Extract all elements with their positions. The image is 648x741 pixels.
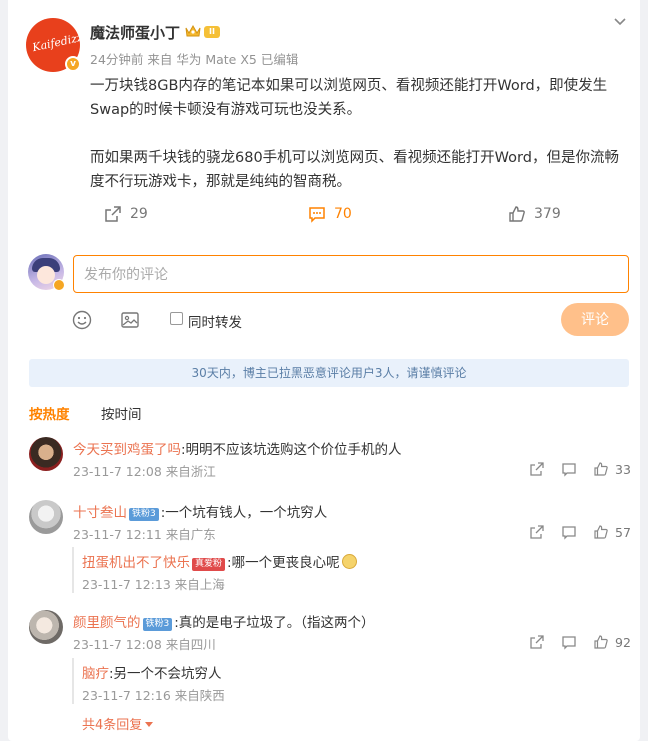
thumbs-up-icon[interactable] [593, 461, 609, 477]
more-replies-link[interactable]: 共4条回复 [82, 714, 154, 733]
fan-badge: 真爱粉 [192, 558, 226, 571]
comment-text: :一个坑有钱人，一个坑穷人 [160, 505, 328, 521]
emoji-icon[interactable] [72, 310, 92, 330]
post-meta: 24分钟前 来自 华为 Mate X5 已编辑 [90, 52, 299, 67]
comment-meta: 23-11-7 12:08 来自浙江 [73, 464, 216, 479]
post-paragraph-1: 一万块钱8GB内存的笔记本如果可以浏览网页、看视频还能打开Word，即使发生Sw… [90, 78, 608, 118]
comment-username[interactable]: 今天买到鸡蛋了吗 [73, 442, 181, 458]
repost-icon [105, 206, 121, 222]
comment-input[interactable] [73, 255, 629, 293]
avatar-signature: Kaifedizz [31, 30, 80, 55]
reply-icon[interactable] [561, 524, 577, 540]
reply-username[interactable]: 扭蛋机出不了快乐 [82, 555, 190, 571]
reply-text: :哪一个更丧良心呢 [227, 555, 340, 571]
reply-divider [72, 547, 74, 593]
reply-icon[interactable] [561, 634, 577, 650]
reply-username[interactable]: 脑疗 [82, 666, 109, 682]
comment-text: :真的是电子垃圾了。（指这两个） [174, 615, 375, 631]
comment-icon [309, 207, 325, 223]
comment-notice: 30天内，博主已拉黑恶意评论用户3人，请谨慎评论 [29, 359, 629, 387]
reply-icon[interactable] [561, 461, 577, 477]
repost-button[interactable]: 29 [104, 203, 148, 225]
comment-like-count: 92 [615, 635, 631, 650]
verified-badge-icon: v [65, 56, 81, 72]
level-badge: II [204, 26, 220, 38]
chevron-down-icon[interactable] [612, 14, 628, 30]
comment-avatar[interactable] [29, 500, 63, 534]
comment-username[interactable]: 十寸叁山 [73, 505, 127, 521]
comment-text-line: 今天买到鸡蛋了吗:明明不应该坑选购这个价位手机的人 [73, 438, 402, 458]
comment-avatar[interactable] [29, 437, 63, 471]
comment-text-line: 十寸叁山 铁粉3:一个坑有钱人，一个坑穷人 [73, 501, 327, 521]
thumbs-up-icon [509, 206, 525, 222]
comment-meta: 23-11-7 12:08 来自四川 [73, 637, 216, 652]
comment-avatar[interactable] [29, 610, 63, 644]
crown-icon [185, 24, 201, 37]
submit-comment-button[interactable]: 评论 [561, 303, 629, 336]
fan-badge: 铁粉3 [142, 618, 173, 631]
reply-meta: 23-11-7 12:16 来自陕西 [82, 688, 225, 703]
thumbs-up-icon[interactable] [593, 524, 609, 540]
image-icon[interactable] [120, 310, 140, 330]
more-replies-label: 共4条回复 [82, 718, 143, 733]
repost-checkbox[interactable] [170, 312, 183, 325]
share-icon[interactable] [529, 524, 545, 540]
weibo-post-card: Kaifedizz v 魔法师蛋小丁 II 24分钟前 来自 华为 Mate X… [8, 0, 640, 741]
like-button[interactable]: 379 [508, 203, 561, 225]
author-name[interactable]: 魔法师蛋小丁 [90, 22, 180, 43]
comment-like-count: 33 [615, 462, 631, 477]
repost-checkbox-label[interactable]: 同时转发 [188, 311, 242, 331]
repost-count: 29 [130, 206, 148, 222]
fan-badge: 铁粉3 [129, 508, 159, 521]
comment-text: :明明不应该坑选购这个价位手机的人 [181, 442, 402, 458]
verified-badge-small-icon [53, 279, 65, 291]
comment-username[interactable]: 颜里颜气的 [73, 615, 141, 631]
reply-text-line: 扭蛋机出不了快乐 真爱粉:哪一个更丧良心呢 [82, 551, 357, 571]
comment-like-count: 57 [615, 525, 631, 540]
reply-text: :另一个不会坑穷人 [109, 666, 222, 682]
doge-emoji-icon [341, 554, 357, 569]
comment-count: 70 [334, 206, 352, 222]
reply-meta: 23-11-7 12:13 来自上海 [82, 577, 225, 592]
share-icon[interactable] [529, 461, 545, 477]
caret-down-icon [145, 722, 154, 727]
thumbs-up-icon[interactable] [593, 634, 609, 650]
reply-text-line: 脑疗:另一个不会坑穷人 [82, 662, 222, 682]
reply-divider [72, 658, 74, 704]
post-paragraph-2: 而如果两千块钱的骁龙680手机可以浏览网页、看视频还能打开Word，但是你流畅度… [90, 150, 619, 190]
tab-sort-by-hot[interactable]: 按热度 [29, 403, 70, 423]
share-icon[interactable] [529, 634, 545, 650]
comment-button[interactable]: 70 [308, 203, 352, 225]
comment-meta: 23-11-7 12:11 来自广东 [73, 527, 216, 542]
tab-sort-by-time[interactable]: 按时间 [101, 403, 142, 423]
comment-text-line: 颜里颜气的 铁粉3:真的是电子垃圾了。（指这两个） [73, 611, 375, 631]
like-count: 379 [534, 206, 561, 222]
